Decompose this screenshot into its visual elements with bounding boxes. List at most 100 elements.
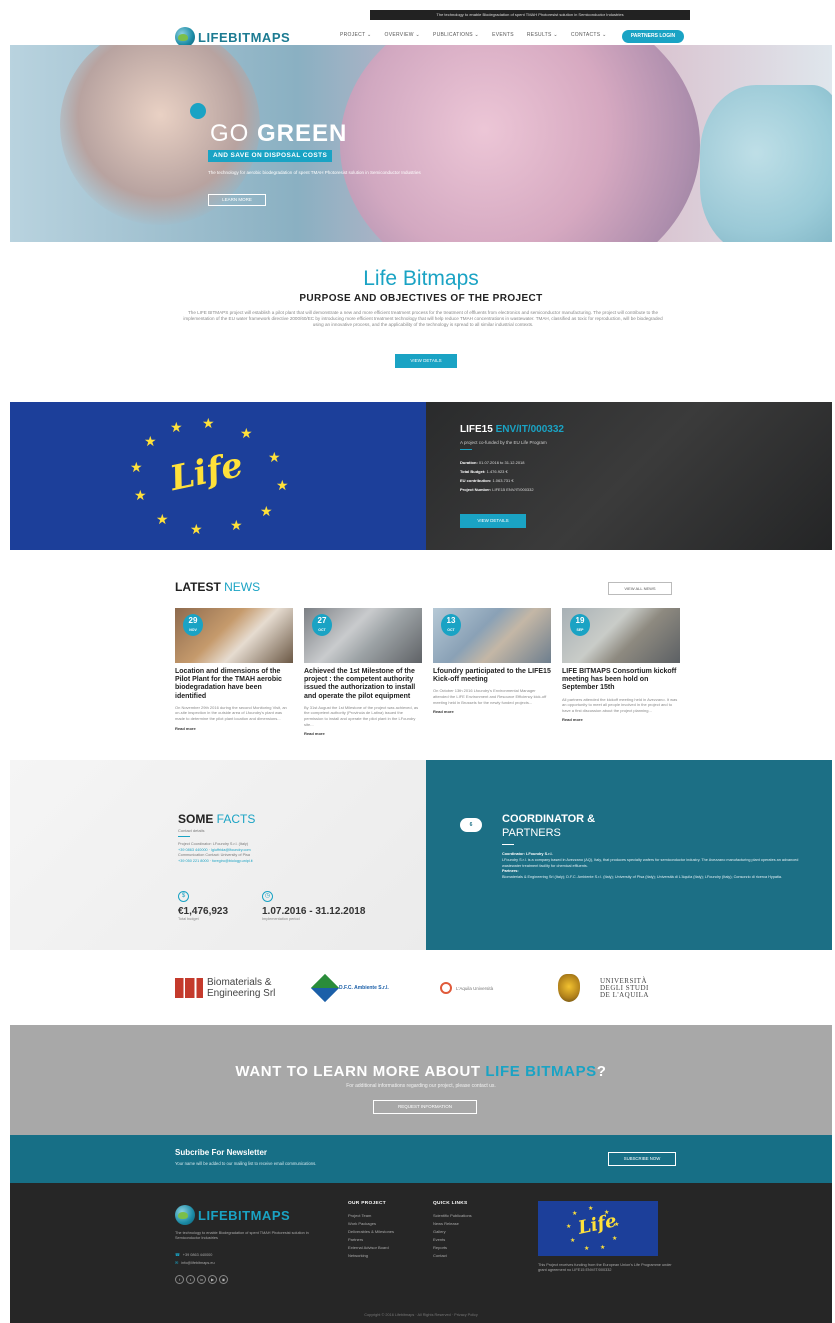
news-card[interactable]: 27 OCT Achieved the 1st Milestone of the … (304, 608, 422, 736)
news-image[interactable]: 19 SEP (562, 608, 680, 663)
linkedin-icon[interactable]: in (197, 1275, 206, 1284)
hero-learn-more-button[interactable]: LEARN MORE (208, 194, 266, 206)
news-title-light: NEWS (224, 580, 261, 594)
news-card[interactable]: 13 OCT Lfoundry participated to the LIFE1… (433, 608, 551, 714)
dfc-logo-icon (310, 973, 340, 1003)
footer-logo[interactable]: LIFEBITMAPS (175, 1205, 290, 1225)
news-card[interactable]: 29 NOV Location and dimensions of the Pil… (175, 608, 293, 731)
footer-link[interactable]: Deliverables & Milestones (348, 1228, 394, 1236)
partner-logo-biomaterials[interactable]: Biomaterials & Engineering Srl (175, 970, 275, 1006)
partner-logo-dfc[interactable]: D.F.C. Ambiente S.r.l. (310, 970, 389, 1006)
partners-count-badge: 6 (460, 818, 482, 832)
fact-period: ◷ 1.07.2016 - 31.12.2018 Implementation … (262, 891, 365, 921)
footer-link[interactable]: Scientific Publications (433, 1212, 472, 1220)
news-image[interactable]: 27 OCT (304, 608, 422, 663)
university-crest-icon (558, 974, 580, 1002)
life-info-row: Total Budget: 1.476.923 € (460, 467, 534, 476)
life-info-list: Duration: 01.07.2016 to 31.12.2018 Total… (460, 458, 534, 494)
mail-icon: ✉ (175, 1261, 179, 1265)
nav-item-overview[interactable]: OVERVIEW ⌄ (385, 32, 420, 38)
footer-email-text[interactable]: info@lifebitmaps.eu (181, 1261, 214, 1265)
footer-link[interactable]: Project Team (348, 1212, 394, 1220)
partners-login-button[interactable]: PARTNERS LOGIN (622, 30, 684, 43)
footer-link[interactable]: Reports (433, 1244, 472, 1252)
life-code-prefix: LIFE15 (460, 424, 496, 435)
site-footer: LIFEBITMAPS The technology to enable Bio… (10, 1183, 832, 1323)
newsletter-bar: Subcribe For Newsletter Your name will b… (10, 1135, 832, 1183)
eu-life-flag: ★ ★ ★ ★ ★ ★ ★ ★ ★ Life (538, 1201, 658, 1256)
facts-title-bold: SOME (178, 812, 217, 826)
life-info-label: Project Number: (460, 487, 492, 492)
footer-link[interactable]: Gallery (433, 1228, 472, 1236)
partner-logo-laquila[interactable]: L'Aquila Università (440, 970, 493, 1006)
footer-phone: ☎ +39 0863 440000 (175, 1251, 218, 1259)
star-icon: ★ (268, 449, 281, 465)
news-date-badge: 27 OCT (312, 614, 332, 636)
hero-title-bold: GREEN (257, 120, 348, 147)
footer-email[interactable]: ✉ info@lifebitmaps.eu (175, 1259, 218, 1267)
page: The technology to enable Biodegradation … (10, 10, 832, 1323)
facts-line[interactable]: +39 050 221 8000 · foregiro@biology.unip… (178, 859, 378, 865)
logo-icon (175, 27, 195, 47)
news-title-link[interactable]: Location and dimensions of the Pilot Pla… (175, 668, 293, 701)
life-logo-panel: ★ ★ ★ ★ ★ ★ ★ ★ ★ ★ ★ ★ Life (10, 402, 426, 550)
footer-link[interactable]: Work Packages (348, 1220, 394, 1228)
partner-logo-university[interactable]: UNIVERSITÀ DEGLI STUDI DE L'AQUILA (558, 970, 649, 1006)
coordinator-title-amp: & (584, 813, 596, 825)
news-image[interactable]: 29 NOV (175, 608, 293, 663)
star-icon: ★ (170, 419, 183, 435)
intro-title: Life Bitmaps (363, 267, 479, 290)
footer-col-title: OUR PROJECT (348, 1201, 386, 1206)
footer-link[interactable]: Events (433, 1236, 472, 1244)
star-icon: ★ (588, 1206, 594, 1212)
nav-item-project[interactable]: PROJECT ⌄ (340, 32, 372, 38)
read-more-link[interactable]: Read more (175, 726, 293, 731)
footer-col-title: QUICK LINKS (433, 1201, 468, 1206)
facebook-icon[interactable]: f (175, 1275, 184, 1284)
footer-copyright: Copyright © 2016 Lifebitmaps · All Right… (364, 1313, 478, 1317)
hero-title: GO GREEN (210, 120, 347, 148)
nav-item-contacts[interactable]: CONTACTS ⌄ (571, 32, 607, 38)
news-title-link[interactable]: LIFE BITMAPS Consortium kickoff meeting … (562, 668, 680, 693)
nav-item-publications[interactable]: PUBLICATIONS ⌄ (433, 32, 479, 38)
footer-link[interactable]: Partners (348, 1236, 394, 1244)
star-icon: ★ (230, 517, 243, 533)
hero-banner: GO GREEN AND SAVE ON DISPOSAL COSTS The … (10, 45, 832, 242)
news-card[interactable]: 19 SEP LIFE BITMAPS Consortium kickoff me… (562, 608, 680, 722)
social-links: f t in ▶ ◉ (175, 1275, 228, 1284)
life-info-row: EU contribution: 1.063.731 € (460, 476, 534, 485)
latest-news-section: LATEST NEWS VIEW ALL NEWS 29 NOV Location… (10, 550, 832, 760)
rss-icon[interactable]: ◉ (219, 1275, 228, 1284)
life-info-row: Project Number: LIFE15 ENV/IT/000332 (460, 485, 534, 494)
view-all-news-button[interactable]: VIEW ALL NEWS (608, 582, 672, 595)
intro-view-details-button[interactable]: VIEW DETAILS (395, 354, 457, 368)
nav-item-events[interactable]: EVENTS (492, 32, 514, 38)
youtube-icon[interactable]: ▶ (208, 1275, 217, 1284)
intro-section: Life Bitmaps PURPOSE AND OBJECTIVES OF T… (10, 242, 832, 402)
life-info-row: Duration: 01.07.2016 to 31.12.2018 (460, 458, 534, 467)
footer-logo-text: LIFEBITMAPS (198, 1207, 291, 1223)
footer-link[interactable]: External Advisor Board (348, 1244, 394, 1252)
news-title-link[interactable]: Lfoundry participated to the LIFE15 Kick… (433, 668, 551, 684)
read-more-link[interactable]: Read more (304, 731, 422, 736)
life-view-details-button[interactable]: VIEW DETAILS (460, 514, 526, 528)
news-excerpt: All partners attended the kickoff meetin… (562, 696, 678, 713)
twitter-icon[interactable]: t (186, 1275, 195, 1284)
read-more-link[interactable]: Read more (433, 709, 551, 714)
star-icon: ★ (572, 1211, 578, 1217)
read-more-link[interactable]: Read more (562, 717, 680, 722)
star-icon: ★ (144, 433, 157, 449)
life-info-value: 01.07.2016 to 31.12.2018 (478, 460, 525, 465)
hero-badge: AND SAVE ON DISPOSAL COSTS (208, 150, 333, 162)
star-icon: ★ (570, 1238, 576, 1244)
footer-link[interactable]: Networking (348, 1252, 394, 1260)
coordinator-title-light: PARTNERS (502, 827, 561, 839)
footer-link[interactable]: Contact (433, 1252, 472, 1260)
news-title-link[interactable]: Achieved the 1st Milestone of the projec… (304, 668, 422, 701)
footer-link[interactable]: News Release (433, 1220, 472, 1228)
subscribe-button[interactable]: SUBSCRIBE NOW (608, 1152, 676, 1166)
star-icon: ★ (134, 487, 147, 503)
nav-item-results[interactable]: RESULTS ⌄ (527, 32, 558, 38)
news-image[interactable]: 13 OCT (433, 608, 551, 663)
request-information-button[interactable]: REQUEST INFORMATION (373, 1100, 477, 1114)
